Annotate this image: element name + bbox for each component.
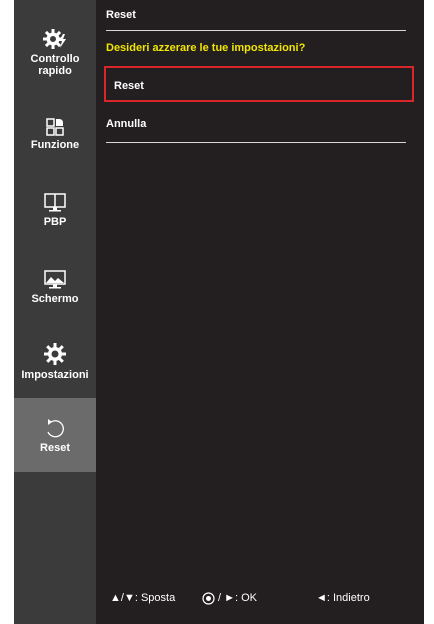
sidebar-item-picture[interactable]: Schermo — [14, 270, 96, 315]
footer-hints: ▲/▼: Sposta / ►: OK ◄: Indietro — [96, 592, 424, 608]
sidebar-item-settings[interactable]: Impostazioni — [14, 342, 96, 392]
move-hint: ▲/▼: Sposta — [110, 592, 176, 604]
function-icon — [46, 118, 64, 136]
options-divider — [106, 142, 406, 143]
osd-menu: Controllo rapido Funzione PBP Schermo Im… — [14, 0, 424, 624]
sidebar-item-label: Reset — [40, 441, 70, 454]
cancel-option[interactable]: Annulla — [106, 118, 406, 130]
title-divider — [106, 30, 406, 31]
sidebar-item-function[interactable]: Funzione — [14, 118, 96, 163]
main-panel: Reset Desideri azzerare le tue impostazi… — [96, 0, 424, 624]
pbp-icon — [44, 193, 66, 212]
reset-option-label: Reset — [114, 80, 144, 92]
sidebar-item-label: Schermo — [31, 293, 79, 305]
page-title: Reset — [106, 9, 136, 21]
sidebar-item-quick-settings[interactable]: Controllo rapido — [14, 28, 96, 98]
settings-gear-icon — [44, 343, 66, 365]
sidebar-item-label: PBP — [43, 216, 67, 228]
picture-icon — [44, 270, 66, 289]
quick-settings-icon — [43, 29, 66, 49]
sidebar-item-pbp[interactable]: PBP — [14, 193, 96, 238]
reset-icon — [47, 418, 64, 437]
joystick-button-icon — [202, 592, 215, 605]
sidebar-item-reset[interactable]: Reset — [14, 398, 96, 472]
sidebar: Controllo rapido Funzione PBP Schermo Im… — [14, 0, 96, 624]
sidebar-item-label: Impostazioni — [21, 369, 89, 381]
reset-option[interactable]: Reset — [104, 66, 414, 102]
sidebar-item-label: Controllo rapido — [30, 53, 80, 77]
confirmation-question: Desideri azzerare le tue impostazioni? — [106, 42, 306, 54]
sidebar-item-label: Funzione — [30, 139, 80, 151]
back-hint: ◄: Indietro — [316, 592, 370, 604]
ok-hint: / ►: OK — [218, 592, 258, 604]
